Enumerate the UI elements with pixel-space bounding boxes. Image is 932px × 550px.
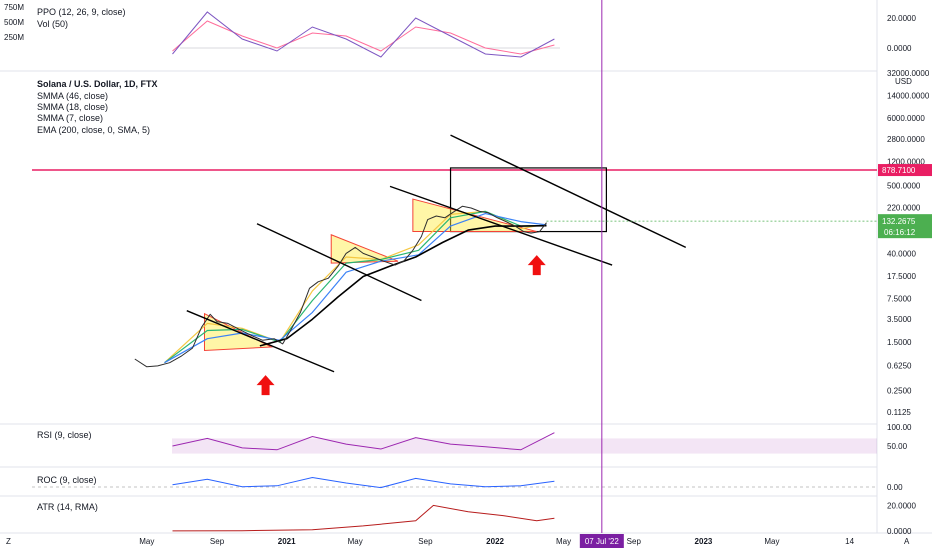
rsi-band <box>172 438 877 454</box>
time-tick-label: May <box>764 537 779 546</box>
ppo-signal-line <box>172 20 555 55</box>
ppo-tick-label: 0.0000 <box>887 44 912 53</box>
atr-tick-label: 0.0000 <box>887 527 912 536</box>
price-tick-label: 40.0000 <box>887 249 916 258</box>
time-tick-label: Sep <box>418 537 433 546</box>
atr-label: ATR (14, RMA) <box>37 502 98 512</box>
rsi-label: RSI (9, close) <box>37 430 92 440</box>
price-tick-label: 7.5000 <box>887 295 912 304</box>
roc-line <box>172 476 555 489</box>
atr-tick-label: 20.0000 <box>887 501 916 510</box>
price-tick-label: 6000.0000 <box>887 114 925 123</box>
price-tick-label: 17.5000 <box>887 272 916 281</box>
price-tick-label: 500.0000 <box>887 181 921 190</box>
time-tick-label: 2022 <box>486 537 504 546</box>
price-tick-label: 14000.0000 <box>887 91 930 100</box>
ema200-line <box>259 224 547 347</box>
roc-tick-label: 0.00 <box>887 483 903 492</box>
price-tick-label: 0.1125 <box>887 408 911 417</box>
chart-title: Solana / U.S. Dollar, 1D, FTX <box>37 79 158 89</box>
price-tick-label: 2800.0000 <box>887 135 925 144</box>
atr-line <box>172 504 555 532</box>
last-price-label: 132.2675 <box>882 217 916 226</box>
indicator-label-ema200: EMA (200, close, 0, SMA, 5) <box>37 125 150 135</box>
indicator-label-smma18: SMMA (18, close) <box>37 102 108 112</box>
time-tick-label: May <box>139 537 154 546</box>
volume-tick-label: 500M <box>4 18 24 27</box>
rsi-tick-label: 50.00 <box>887 442 908 451</box>
roc-label: ROC (9, close) <box>37 475 97 485</box>
ppo-tick-label: 20.0000 <box>887 14 916 23</box>
trendline[interactable] <box>256 223 422 302</box>
price-tick-label: 220.0000 <box>887 203 921 212</box>
price-tick-label: 0.6250 <box>887 362 912 371</box>
time-tick-label: 2021 <box>278 537 296 546</box>
indicator-label-smma7: SMMA (7, close) <box>37 113 103 123</box>
time-tick-label: 14 <box>845 537 854 546</box>
time-tick-label: 2023 <box>695 537 713 546</box>
price-tick-label: 0.2500 <box>887 386 912 395</box>
volume-tick-label: 250M <box>4 33 24 42</box>
up-arrow-icon <box>256 375 275 396</box>
currency-label: USD <box>895 77 912 86</box>
ppo-label: PPO (12, 26, 9, close) <box>37 7 126 17</box>
time-tick-label: Sep <box>210 537 225 546</box>
countdown-label: 06:16:12 <box>884 228 916 237</box>
chart-canvas[interactable]: 32000.000014000.00006000.00002800.000012… <box>0 0 932 550</box>
indicator-label-smma46: SMMA (46, close) <box>37 91 108 101</box>
price-tick-label: 1.5000 <box>887 338 912 347</box>
time-tick-label: May <box>556 537 571 546</box>
left-corner-button[interactable]: Z <box>6 537 11 546</box>
rsi-tick-label: 100.00 <box>887 423 912 432</box>
time-tick-label: Sep <box>627 537 642 546</box>
vol-label: Vol (50) <box>37 19 68 29</box>
up-arrow-icon <box>527 255 546 276</box>
crosshair-date-label: 07 Jul '22 <box>585 537 620 546</box>
volume-tick-label: 750M <box>4 3 24 12</box>
resistance-price-label: 878.7100 <box>882 166 916 175</box>
price-tick-label: 3.5000 <box>887 315 912 324</box>
time-tick-label: May <box>348 537 363 546</box>
right-corner-button[interactable]: A <box>904 537 910 546</box>
